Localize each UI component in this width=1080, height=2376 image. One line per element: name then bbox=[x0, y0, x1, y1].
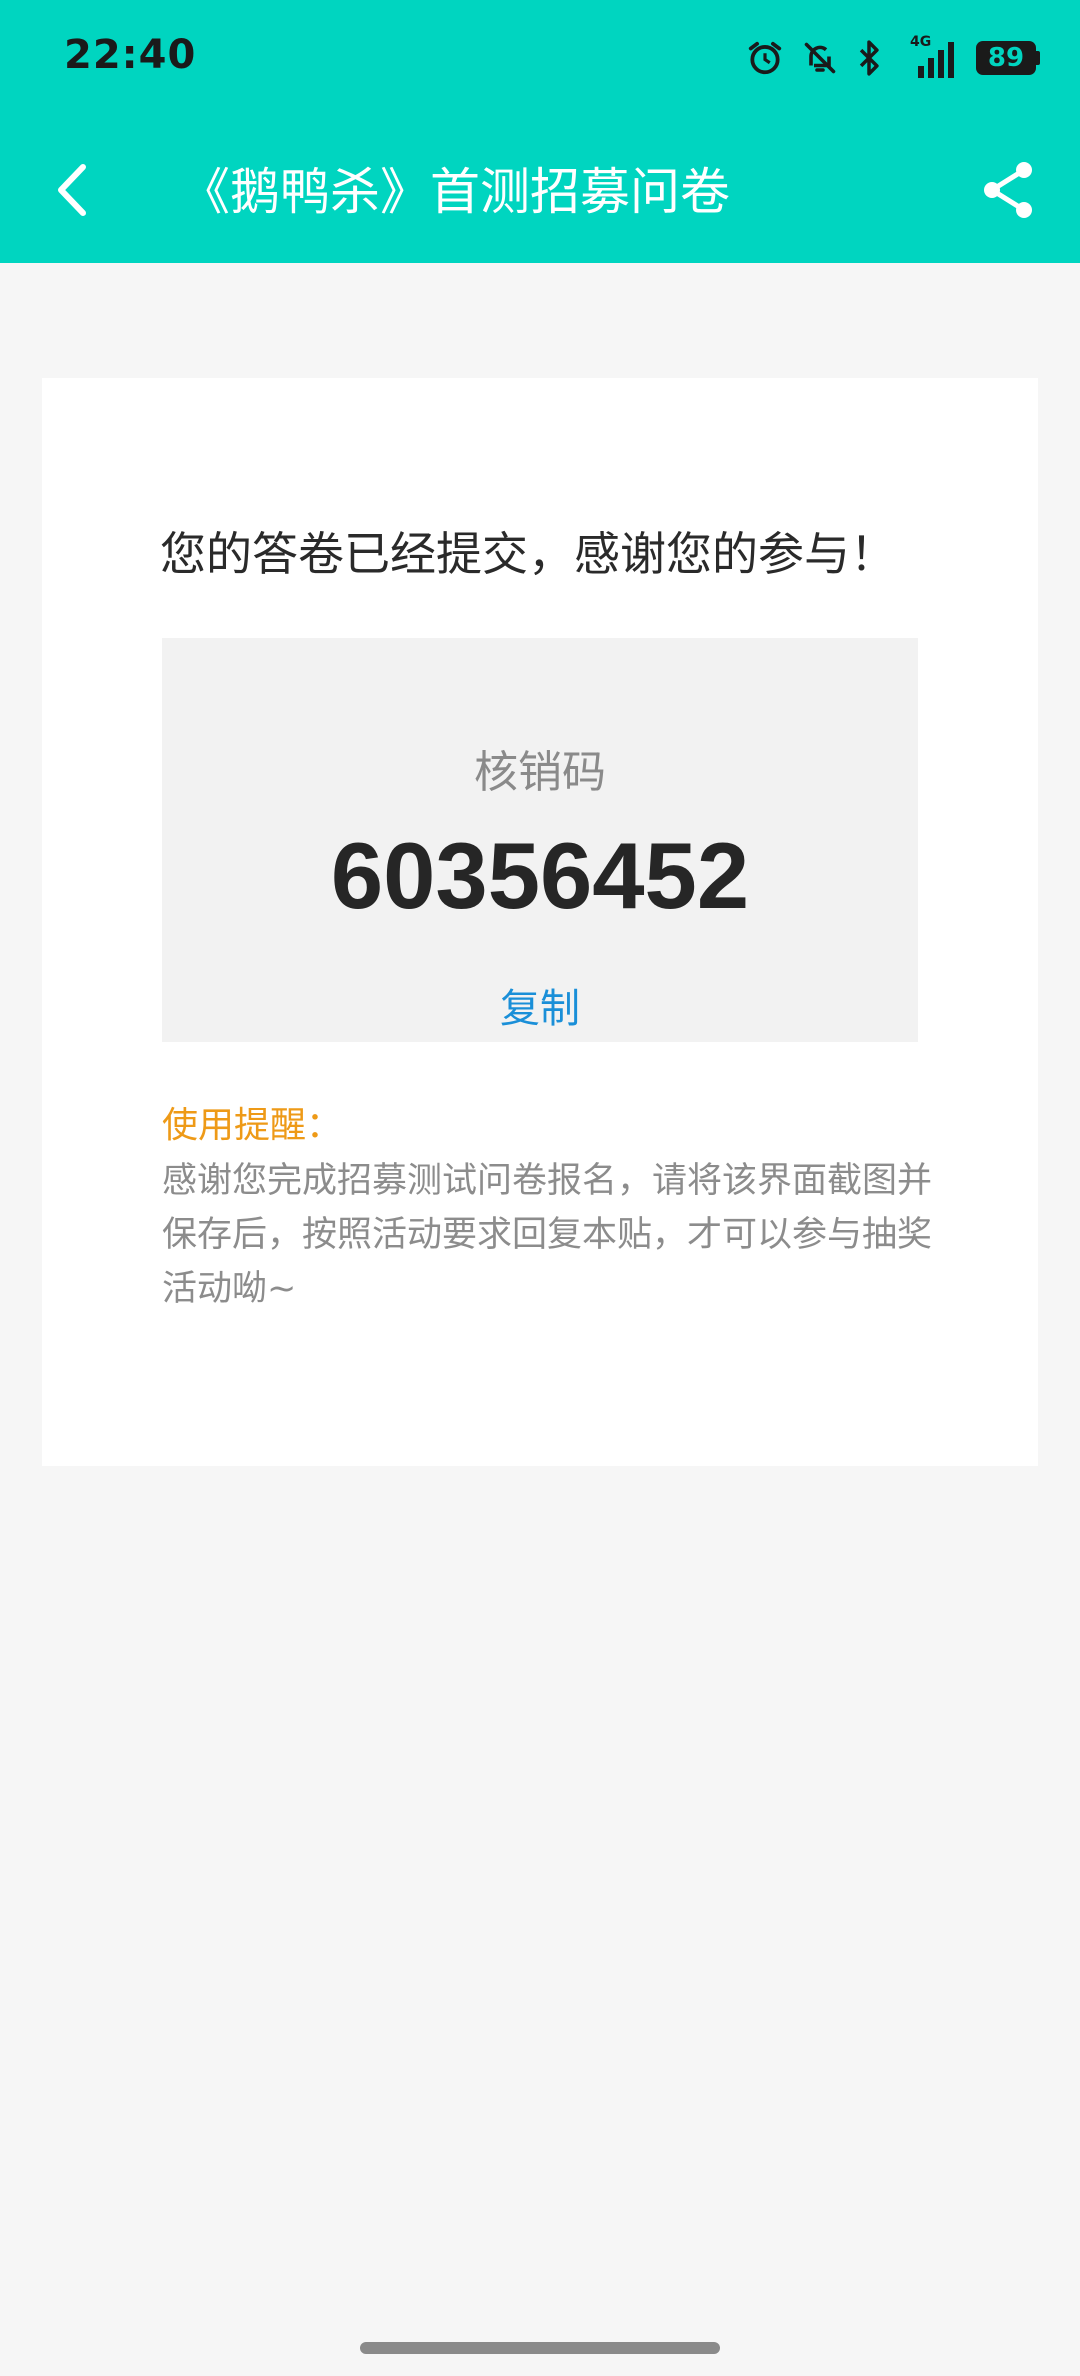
alarm-icon bbox=[748, 41, 782, 75]
chevron-left-icon bbox=[58, 164, 86, 216]
usage-tip-text: 感谢您完成招募测试问卷报名，请将该界面截图并保存后，按照活动要求回复本贴，才可以… bbox=[162, 1161, 933, 1309]
app-header: 22:40 4G 89 《鹅鸭杀》首测招募问卷 bbox=[0, 0, 1080, 263]
result-card: 您的答卷已经提交，感谢您的参与！ 核销码 60356452 复制 使用提醒： 感… bbox=[42, 378, 1038, 1466]
status-time: 22:40 bbox=[64, 32, 197, 78]
usage-tip-title: 使用提醒： bbox=[162, 1105, 343, 1146]
back-button[interactable] bbox=[50, 160, 94, 220]
share-button[interactable] bbox=[978, 160, 1038, 220]
copy-button[interactable]: 复制 bbox=[500, 976, 580, 1034]
status-icons: 4G 89 bbox=[746, 34, 1040, 80]
verification-code-value: 60356452 bbox=[330, 823, 750, 928]
home-indicator[interactable] bbox=[360, 2342, 720, 2354]
bluetooth-icon bbox=[859, 40, 879, 76]
share-icon bbox=[984, 162, 1032, 218]
battery-level: 89 bbox=[976, 41, 1036, 75]
verification-code-label: 核销码 bbox=[474, 747, 606, 798]
battery-icon: 89 bbox=[976, 41, 1040, 75]
submit-success-message: 您的答卷已经提交，感谢您的参与！ bbox=[160, 527, 896, 581]
page-title: 《鹅鸭杀》首测招募问卷 bbox=[180, 163, 730, 221]
bell-off-icon bbox=[804, 42, 836, 74]
verification-code-box: 核销码 60356452 复制 bbox=[162, 638, 918, 1042]
signal-icon: 4G bbox=[900, 34, 958, 78]
